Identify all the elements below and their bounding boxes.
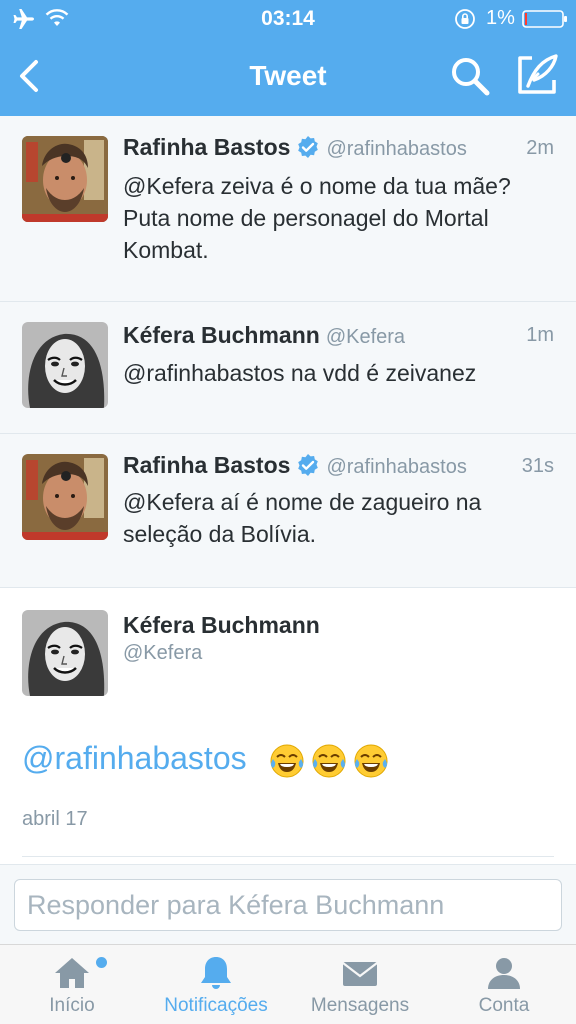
tweet-timestamp: 31s	[521, 455, 554, 477]
tweet-text-line: @Kefera aí é nome de zagueiro na	[123, 489, 482, 515]
tweet-item[interactable]: Rafinha Bastos @rafinhabastos 31s @Kefera…	[0, 434, 576, 588]
reply-input[interactable]	[14, 879, 562, 931]
tab-label: Notificações	[164, 995, 268, 1016]
rotation-lock-icon	[455, 9, 475, 29]
notification-dot	[96, 957, 107, 968]
tab-label: Conta	[478, 995, 530, 1016]
home-icon	[55, 958, 89, 988]
tears-of-joy-emoji	[268, 742, 306, 780]
author-name: Rafinha Bastos @rafinhabastos	[123, 134, 467, 161]
tweet-timestamp: 1m	[526, 324, 554, 346]
mention-link[interactable]: @rafinhabastos	[22, 740, 247, 776]
header: 03:14 1% Tweet	[0, 0, 576, 116]
author-handle[interactable]: @rafinhabastos	[326, 456, 466, 478]
author-name: Kéfera Buchmann	[123, 612, 320, 638]
author-handle[interactable]: @Kefera	[123, 642, 202, 665]
tweet-timestamp: 2m	[526, 137, 554, 159]
author-name-text: Rafinha Bastos	[123, 452, 291, 478]
tab-notifications[interactable]: Notificações	[144, 945, 288, 1024]
tweet-screen: 03:14 1% Tweet Rafinha Bastos @rafinhaba…	[0, 0, 576, 1024]
tweet-thread: Rafinha Bastos @rafinhabastos 2m @Kefera …	[0, 116, 576, 588]
search-icon[interactable]	[448, 54, 492, 98]
tab-bar: Início Notificações Mensagens Conta	[0, 944, 576, 1024]
avatar[interactable]	[22, 454, 108, 540]
tab-account[interactable]: Conta	[432, 945, 576, 1024]
tab-label: Mensagens	[310, 995, 410, 1016]
tweet-date: abril 17	[22, 808, 88, 830]
tweet-item[interactable]: Rafinha Bastos @rafinhabastos 2m @Kefera …	[0, 116, 576, 302]
person-icon	[488, 958, 520, 989]
tweet-text-line: seleção da Bolívia.	[123, 521, 317, 547]
tweet-text-line: @Kefera zeiva é o nome da tua mãe?	[123, 173, 511, 199]
divider	[22, 856, 554, 857]
battery-icon	[522, 10, 567, 28]
author-name: Rafinha Bastos @rafinhabastos	[123, 452, 467, 479]
tweet-text: @Kefera zeiva é o nome da tua mãe? Puta …	[123, 170, 553, 266]
tweet-text-line: @rafinhabastos na vdd é zeivanez	[123, 360, 477, 386]
avatar[interactable]	[22, 136, 108, 222]
tab-messages[interactable]: Mensagens	[288, 945, 432, 1024]
author-name: Kéfera Buchmann @Kefera	[123, 322, 405, 349]
focused-tweet: Kéfera Buchmann @Kefera @rafinhabastos a…	[0, 588, 576, 864]
focused-tweet-text: @rafinhabastos	[22, 740, 390, 780]
tears-of-joy-emoji	[352, 742, 390, 780]
avatar-rafinha-image	[22, 136, 108, 222]
avatar[interactable]	[22, 610, 108, 696]
avatar-kefera-image	[22, 610, 108, 696]
status-bar: 03:14 1%	[0, 0, 576, 38]
bell-icon	[201, 957, 231, 989]
tweet-text: @Kefera aí é nome de zagueiro na seleção…	[123, 486, 553, 550]
compose-icon[interactable]	[514, 52, 560, 98]
envelope-icon	[342, 962, 378, 986]
battery-percent: 1%	[486, 7, 515, 29]
author-handle[interactable]: @rafinhabastos	[326, 138, 466, 160]
tweet-text-line: Kombat.	[123, 237, 209, 263]
tweet-text-line: Puta nome de personagel do Mortal	[123, 205, 489, 231]
tears-of-joy-emoji	[310, 742, 348, 780]
author-handle[interactable]: @Kefera	[326, 326, 405, 348]
tab-home[interactable]: Início	[0, 945, 144, 1024]
avatar-rafinha-image	[22, 454, 108, 540]
nav-bar: Tweet	[0, 38, 576, 116]
avatar[interactable]	[22, 322, 108, 408]
author-name-text: Kéfera Buchmann	[123, 322, 320, 348]
verified-badge-icon	[298, 135, 319, 158]
tweet-item[interactable]: Kéfera Buchmann @Kefera 1m @rafinhabastos…	[0, 302, 576, 434]
reply-bar	[0, 864, 576, 944]
tab-label: Início	[49, 995, 95, 1016]
verified-badge-icon	[298, 453, 319, 476]
avatar-kefera-image	[22, 322, 108, 408]
author-name-text: Rafinha Bastos	[123, 134, 291, 160]
tweet-text: @rafinhabastos na vdd é zeivanez	[123, 357, 553, 389]
